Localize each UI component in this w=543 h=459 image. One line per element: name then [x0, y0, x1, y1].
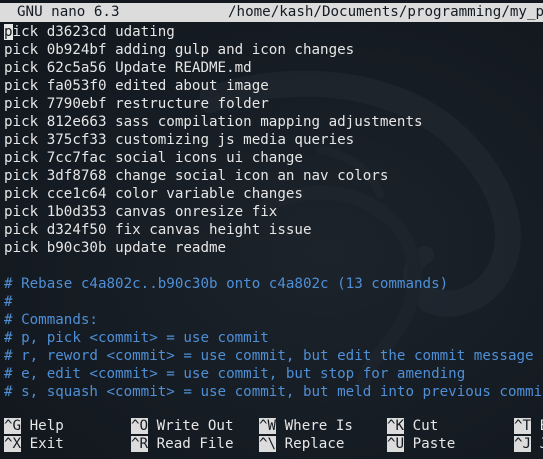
- shortcut-key: ^G: [4, 418, 22, 434]
- comment-line[interactable]: # s, squash <commit> = use commit, but m…: [4, 383, 543, 401]
- shortcut-row: ^X Exit ^R Read File ^\ Replace ^U Paste…: [0, 435, 543, 453]
- shortcut-key: ^U: [387, 436, 405, 452]
- todo-command: pick: [4, 204, 39, 220]
- shortcut-key: ^X: [4, 436, 22, 452]
- todo-message: Update README.md: [115, 60, 252, 76]
- todo-command: pick: [4, 60, 39, 76]
- todo-hash: 0b924bf: [46, 42, 107, 58]
- comment-line[interactable]: # p, pick <commit> = use commit: [4, 329, 543, 347]
- shortcut-key: ^O: [131, 418, 149, 434]
- todo-command: pick: [4, 42, 39, 58]
- shortcut-label: Read File: [156, 436, 234, 452]
- todo-command-rest: ick: [12, 24, 39, 40]
- todo-message: sass compilation mapping adjustments: [115, 114, 423, 130]
- todo-line[interactable]: pick 3df8768 change social icon an nav c…: [4, 167, 543, 185]
- shortcut-label: Write Out: [156, 418, 234, 434]
- todo-command: pick: [4, 114, 39, 130]
- todo-line[interactable]: pick b90c30b update readme: [4, 239, 543, 257]
- justify-shortcut[interactable]: ^J J: [514, 435, 543, 453]
- todo-hash: 3df8768: [46, 168, 107, 184]
- write-out-shortcut[interactable]: ^O Write Out: [131, 417, 234, 435]
- todo-message: fix canvas height issue: [115, 222, 312, 238]
- todo-line[interactable]: pick 62c5a56 Update README.md: [4, 59, 543, 77]
- todo-line[interactable]: pick fa053f0 edited about image: [4, 77, 543, 95]
- shortcut-label: E: [540, 418, 543, 434]
- todo-hash: fa053f0: [46, 78, 107, 94]
- todo-command: pick: [4, 240, 39, 256]
- todo-message: adding gulp and icon changes: [115, 42, 355, 58]
- comment-line[interactable]: # r, reword <commit> = use commit, but e…: [4, 347, 543, 365]
- shortcut-label: Help: [29, 418, 64, 434]
- shortcut-label: Cut: [412, 418, 439, 434]
- comment-line[interactable]: # Commands:: [4, 311, 543, 329]
- todo-hash: cce1c64: [46, 186, 107, 202]
- todo-line[interactable]: pick 812e663 sass compilation mapping ad…: [4, 113, 543, 131]
- shortcut-bar: ^G Help ^O Write Out ^W Where Is ^K Cut …: [0, 417, 543, 453]
- todo-hash: 812e663: [46, 114, 107, 130]
- shortcut-label: Replace: [284, 436, 345, 452]
- todo-line[interactable]: pick cce1c64 color variable changes: [4, 185, 543, 203]
- shortcut-key: ^\: [259, 436, 277, 452]
- todo-line[interactable]: pick 0b924bf adding gulp and icon change…: [4, 41, 543, 59]
- todo-line[interactable]: pick 7cc7fac social icons ui change: [4, 149, 543, 167]
- todo-hash: d324f50: [46, 222, 107, 238]
- todo-message: color variable changes: [115, 186, 303, 202]
- shortcut-key: ^K: [387, 418, 405, 434]
- todo-message: customizing js media queries: [115, 132, 355, 148]
- text-cursor: p: [4, 24, 13, 40]
- todo-command: pick: [4, 150, 39, 166]
- execute-shortcut[interactable]: ^T E: [514, 417, 543, 435]
- todo-message: udating: [115, 24, 175, 40]
- shortcut-label: J: [540, 436, 543, 452]
- exit-shortcut[interactable]: ^X Exit: [4, 435, 64, 453]
- todo-hash: b90c30b: [46, 240, 107, 256]
- shortcut-key: ^J: [514, 436, 532, 452]
- todo-command: pick: [4, 132, 39, 148]
- file-path: /home/kash/Documents/programming/my_port: [228, 4, 543, 20]
- paste-shortcut[interactable]: ^U Paste: [387, 435, 455, 453]
- todo-line[interactable]: pick 1b0d353 canvas onresize fix: [4, 203, 543, 221]
- shortcut-row: ^G Help ^O Write Out ^W Where Is ^K Cut …: [0, 417, 543, 435]
- comment-line[interactable]: # e, edit <commit> = use commit, but sto…: [4, 365, 543, 383]
- todo-hash: d3623cd: [46, 24, 107, 40]
- todo-message: canvas onresize fix: [115, 204, 278, 220]
- todo-message: social icons ui change: [115, 150, 303, 166]
- todo-message: restructure folder: [115, 96, 269, 112]
- replace-shortcut[interactable]: ^\ Replace: [259, 435, 344, 453]
- todo-command: pick: [4, 96, 39, 112]
- shortcut-label: Paste: [412, 436, 456, 452]
- editor-buffer[interactable]: pick d3623cd udating pick 0b924bf adding…: [4, 23, 543, 401]
- todo-line[interactable]: pick d324f50 fix canvas height issue: [4, 221, 543, 239]
- todo-line[interactable]: pick d3623cd udating: [4, 23, 543, 41]
- todo-hash: 375cf33: [46, 132, 107, 148]
- help-shortcut[interactable]: ^G Help: [4, 417, 64, 435]
- app-version: GNU nano 6.3: [17, 4, 120, 20]
- comment-line[interactable]: #: [4, 293, 543, 311]
- todo-message: update readme: [115, 240, 227, 256]
- shortcut-key: ^T: [514, 418, 532, 434]
- read-file-shortcut[interactable]: ^R Read File: [131, 435, 234, 453]
- todo-message: edited about image: [115, 78, 269, 94]
- blank-line[interactable]: [4, 257, 543, 275]
- todo-line[interactable]: pick 375cf33 customizing js media querie…: [4, 131, 543, 149]
- todo-hash: 7790ebf: [46, 96, 107, 112]
- shortcut-label: Exit: [29, 436, 64, 452]
- todo-hash: 7cc7fac: [46, 150, 107, 166]
- todo-hash: 1b0d353: [46, 204, 107, 220]
- cut-shortcut[interactable]: ^K Cut: [387, 417, 438, 435]
- shortcut-label: Where Is: [284, 418, 353, 434]
- shortcut-key: ^R: [131, 436, 149, 452]
- todo-command: pick: [4, 222, 39, 238]
- todo-command: pick: [4, 186, 39, 202]
- shortcut-key: ^W: [259, 418, 277, 434]
- todo-command: pick: [4, 168, 39, 184]
- comment-line[interactable]: # Rebase c4a802c..b90c30b onto c4a802c (…: [4, 275, 543, 293]
- todo-message: change social icon an nav colors: [115, 168, 389, 184]
- terminal-window: GNU nano 6.3 /home/kash/Documents/progra…: [0, 0, 543, 459]
- todo-line[interactable]: pick 7790ebf restructure folder: [4, 95, 543, 113]
- todo-hash: 62c5a56: [46, 60, 107, 76]
- todo-command: pick: [4, 78, 39, 94]
- nano-title-bar: GNU nano 6.3 /home/kash/Documents/progra…: [0, 3, 543, 22]
- where-is-shortcut[interactable]: ^W Where Is: [259, 417, 353, 435]
